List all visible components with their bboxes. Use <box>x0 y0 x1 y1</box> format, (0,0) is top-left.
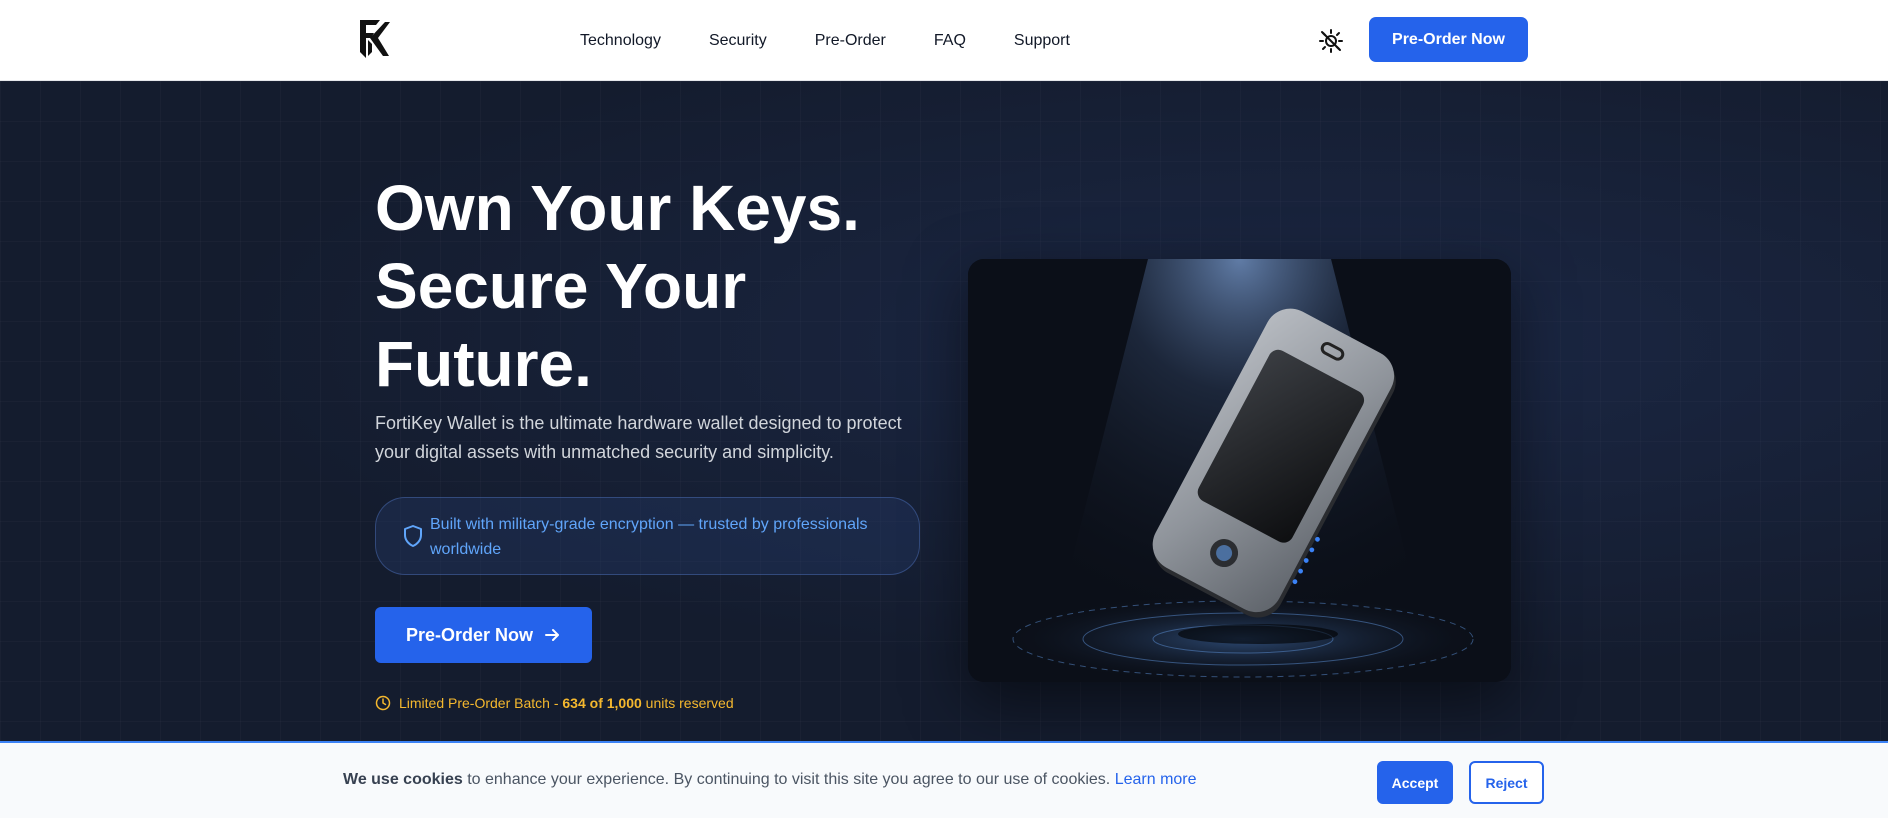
cookie-message: We use cookies to enhance your experienc… <box>343 771 1197 789</box>
pre-order-batch-status: Limited Pre-Order Batch - 634 of 1,000 u… <box>375 695 734 711</box>
cookie-body: to enhance your experience. By continuin… <box>462 771 1115 788</box>
nav-pre-order[interactable]: Pre-Order <box>815 32 886 50</box>
nav-security[interactable]: Security <box>709 32 767 50</box>
main-nav: Technology Security Pre-Order FAQ Suppor… <box>580 0 1118 81</box>
nav-technology[interactable]: Technology <box>580 32 661 50</box>
batch-text: Limited Pre-Order Batch - 634 of 1,000 u… <box>399 695 734 711</box>
theme-toggle-icon[interactable] <box>1318 28 1344 54</box>
cookie-accept-button[interactable]: Accept <box>1377 761 1453 804</box>
batch-suffix: units reserved <box>641 695 734 711</box>
hardware-wallet-product-image <box>968 259 1511 682</box>
hero-title-line-2: Secure Your <box>375 250 747 322</box>
cookie-banner: We use cookies to enhance your experienc… <box>0 741 1888 818</box>
header-pre-order-button[interactable]: Pre-Order Now <box>1369 17 1528 62</box>
nav-support[interactable]: Support <box>1014 32 1070 50</box>
shield-icon <box>404 525 422 547</box>
hero-title-line-1: Own Your Keys. <box>375 172 860 244</box>
cookie-learn-more-link[interactable]: Learn more <box>1115 771 1197 788</box>
trust-badge: Built with military-grade encryption — t… <box>375 497 920 575</box>
batch-prefix: Limited Pre-Order Batch - <box>399 695 563 711</box>
nav-faq[interactable]: FAQ <box>934 32 966 50</box>
site-header: Technology Security Pre-Order FAQ Suppor… <box>0 0 1888 81</box>
arrow-right-icon <box>545 629 560 641</box>
fk-logo-icon[interactable] <box>358 18 390 60</box>
hero-pre-order-label: Pre-Order Now <box>405 624 534 645</box>
hero-title: Own Your Keys. Secure Your Future. <box>375 169 935 403</box>
hero-description: FortiKey Wallet is the ultimate hardware… <box>375 413 902 462</box>
cookie-reject-button[interactable]: Reject <box>1469 761 1544 804</box>
trust-text: Built with military-grade encryption — t… <box>430 516 868 558</box>
hero-title-line-3: Future. <box>375 328 592 400</box>
batch-count: 634 of 1,000 <box>562 695 642 711</box>
hero-pre-order-button[interactable]: Pre-Order Now <box>375 607 592 663</box>
product-illustration <box>968 259 1511 682</box>
hero-section: Own Your Keys. Secure Your Future. Forti… <box>0 81 1888 741</box>
clock-icon <box>375 695 391 711</box>
cookie-bold: We use cookies <box>343 771 463 788</box>
